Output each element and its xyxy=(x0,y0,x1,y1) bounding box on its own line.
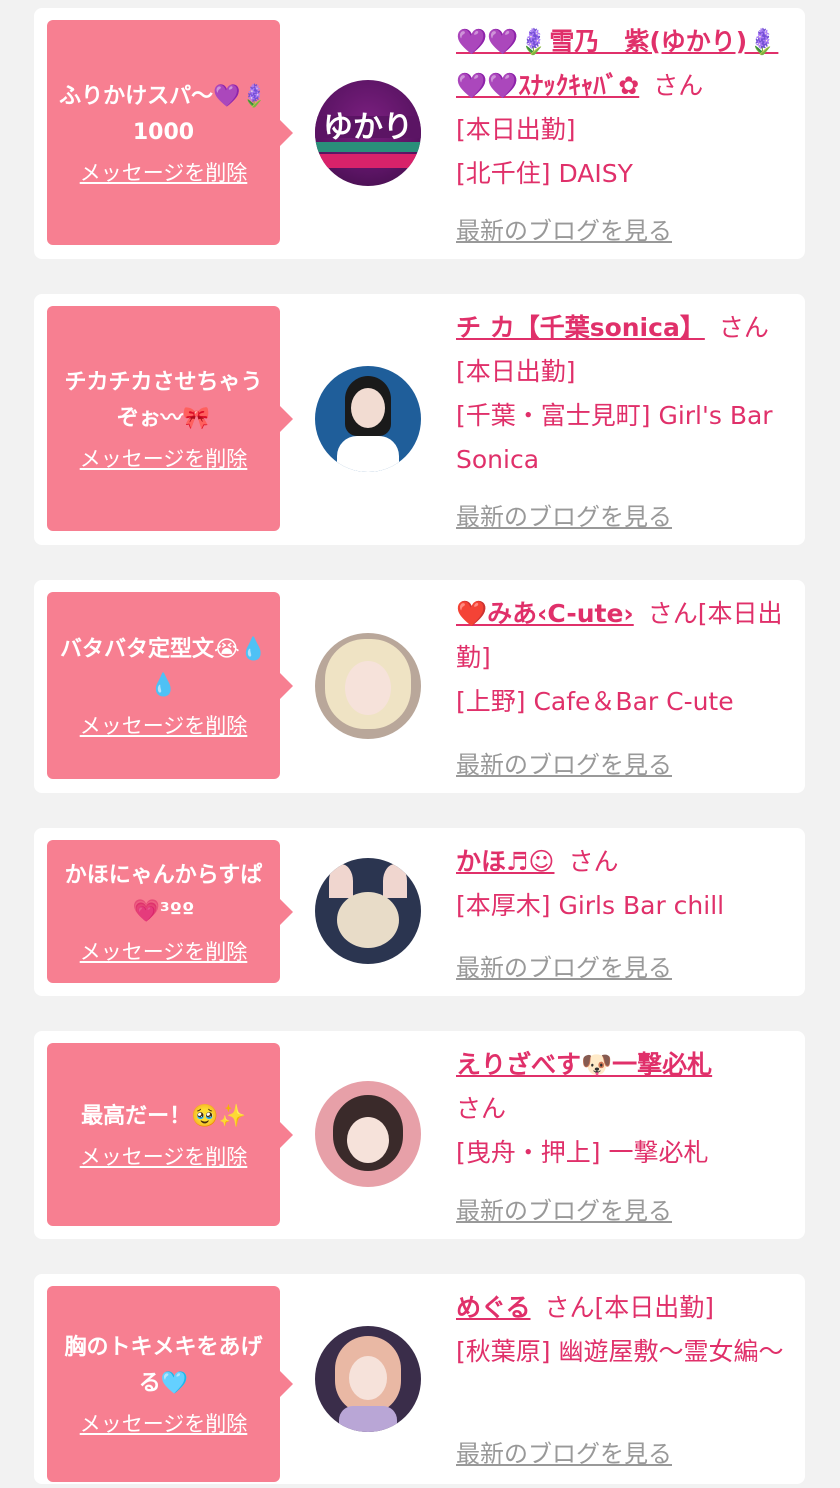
honorific: さん xyxy=(718,313,769,342)
cast-info: かほ♬☺︎ さん [本厚木] Girls Bar chill xyxy=(456,840,796,928)
avatar[interactable] xyxy=(315,858,421,964)
message-bubble: 最高だー！🥹✨ メッセージを削除 xyxy=(47,1043,293,1226)
delete-message-button[interactable]: メッセージを削除 xyxy=(80,443,248,473)
honorific: さん xyxy=(653,71,704,100)
message-text: かほにゃんからすぱ💗³ºº xyxy=(64,862,263,924)
delete-message-button[interactable]: メッセージを削除 xyxy=(80,710,248,740)
favorite-card: 最高だー！🥹✨ メッセージを削除 えりざべす🐶一撃必札 さん [曳舟・押上] 一… xyxy=(34,1031,805,1239)
work-status: [本日出勤] xyxy=(594,1293,715,1322)
cast-info: 💜💜🪻雪乃 紫(ゆかり)🪻💜💜ｽﾅｯｸｷｬﾊﾞ✿ さん [本日出勤] [北千住] … xyxy=(456,20,796,196)
message-text: ふりかけスパ〜💜🪻1000 xyxy=(59,83,268,145)
latest-blog-link[interactable]: 最新のブログを見る xyxy=(456,211,672,246)
cast-name-link[interactable]: ❤️みあ‹C-ute› xyxy=(456,599,634,628)
latest-blog-link[interactable]: 最新のブログを見る xyxy=(456,1191,672,1226)
favorite-card: かほにゃんからすぱ💗³ºº メッセージを削除 かほ♬☺︎ さん [本厚木] Gir… xyxy=(34,828,805,996)
message-text: 最高だー！🥹✨ xyxy=(81,1103,246,1129)
cast-info: チ カ【千葉sonica】 さん [本日出勤] [千葉・富士見町] Girl's B… xyxy=(456,306,796,482)
favorite-card: ふりかけスパ〜💜🪻1000 メッセージを削除 ゆかり 💜💜🪻雪乃 紫(ゆかり)🪻… xyxy=(34,8,805,259)
shop-info: [北千住] DAISY xyxy=(456,159,633,188)
honorific: さん xyxy=(544,1293,595,1322)
cast-info: めぐる さん[本日出勤] [秋葉原] 幽遊屋敷〜霊女編〜 xyxy=(456,1286,796,1374)
latest-blog-link[interactable]: 最新のブログを見る xyxy=(456,497,672,532)
avatar[interactable] xyxy=(315,366,421,472)
cast-info: ❤️みあ‹C-ute› さん[本日出勤] [上野] Cafe＆Bar C-ute xyxy=(456,592,796,724)
avatar[interactable] xyxy=(315,1326,421,1432)
cast-name-link[interactable]: かほ♬☺︎ xyxy=(456,847,554,876)
message-text: チカチカさせちゃうぞぉ〰🎀 xyxy=(64,369,263,431)
message-text: バタバタ定型文😭💧💧 xyxy=(59,636,268,698)
message-bubble: かほにゃんからすぱ💗³ºº メッセージを削除 xyxy=(47,840,293,983)
cast-name-link[interactable]: チ カ【千葉sonica】 xyxy=(456,313,705,342)
latest-blog-link[interactable]: 最新のブログを見る xyxy=(456,1434,672,1469)
latest-blog-link[interactable]: 最新のブログを見る xyxy=(456,948,672,983)
cast-name-link[interactable]: えりざべす🐶一撃必札 xyxy=(456,1050,712,1079)
honorific: さん xyxy=(647,599,698,628)
avatar[interactable]: ゆかり xyxy=(315,80,421,186)
work-status: [本日出勤] xyxy=(456,357,576,386)
avatar[interactable] xyxy=(315,1081,421,1187)
message-bubble: チカチカさせちゃうぞぉ〰🎀 メッセージを削除 xyxy=(47,306,293,531)
shop-info: [曳舟・押上] 一撃必札 xyxy=(456,1138,709,1167)
favorite-card: バタバタ定型文😭💧💧 メッセージを削除 ❤️みあ‹C-ute› さん[本日出勤] … xyxy=(34,580,805,793)
work-status: [本日出勤] xyxy=(456,115,576,144)
favorite-card: チカチカさせちゃうぞぉ〰🎀 メッセージを削除 チ カ【千葉sonica】 さん [本… xyxy=(34,294,805,545)
message-text: 胸のトキメキをあげる🩵 xyxy=(64,1335,263,1396)
favorite-card: 胸のトキメキをあげる🩵 メッセージを削除 めぐる さん[本日出勤] [秋葉原] 幽… xyxy=(34,1274,805,1484)
latest-blog-link[interactable]: 最新のブログを見る xyxy=(456,745,672,780)
avatar[interactable] xyxy=(315,633,421,739)
shop-info: [本厚木] Girls Bar chill xyxy=(456,891,725,920)
shop-info: [上野] Cafe＆Bar C-ute xyxy=(456,687,734,716)
shop-info: [千葉・富士見町] Girl's Bar Sonica xyxy=(456,401,773,474)
delete-message-button[interactable]: メッセージを削除 xyxy=(80,1141,248,1171)
message-bubble: バタバタ定型文😭💧💧 メッセージを削除 xyxy=(47,592,293,779)
delete-message-button[interactable]: メッセージを削除 xyxy=(80,157,248,187)
cast-info: えりざべす🐶一撃必札 さん [曳舟・押上] 一撃必札 xyxy=(456,1043,796,1175)
message-bubble: ふりかけスパ〜💜🪻1000 メッセージを削除 xyxy=(47,20,293,245)
delete-message-button[interactable]: メッセージを削除 xyxy=(80,1408,248,1438)
cast-name-link[interactable]: めぐる xyxy=(456,1293,531,1322)
shop-info: [秋葉原] 幽遊屋敷〜霊女編〜 xyxy=(456,1337,784,1366)
cast-name-link[interactable]: 💜💜🪻雪乃 紫(ゆかり)🪻💜💜ｽﾅｯｸｷｬﾊﾞ✿ xyxy=(456,27,778,100)
delete-message-button[interactable]: メッセージを削除 xyxy=(80,936,248,966)
message-bubble: 胸のトキメキをあげる🩵 メッセージを削除 xyxy=(47,1286,293,1482)
avatar-logo-text: ゆかり xyxy=(323,110,413,145)
honorific: さん xyxy=(456,1094,507,1123)
honorific: さん xyxy=(568,847,619,876)
